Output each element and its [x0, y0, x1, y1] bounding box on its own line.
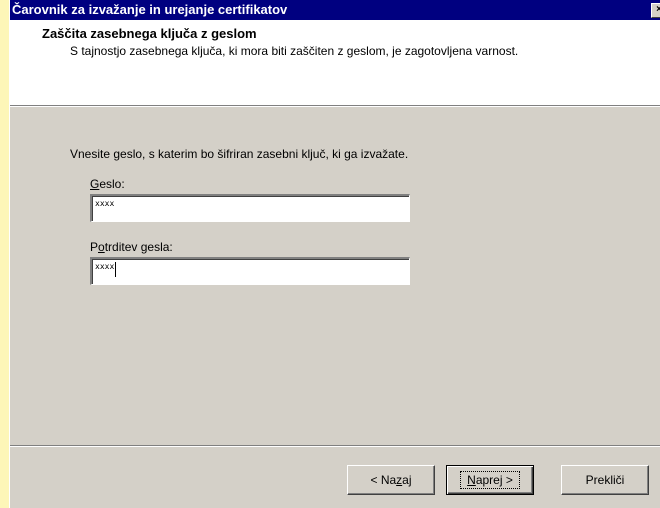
header-separator [10, 105, 660, 107]
wizard-window: Čarovnik za izvažanje in urejanje certif… [9, 0, 660, 508]
password-field[interactable]: xxxx [90, 194, 410, 222]
page-subtitle: S tajnostjo zasebnega ključa, ki mora bi… [70, 44, 519, 58]
back-button[interactable]: < Nazaj [347, 465, 435, 495]
password-value: xxxx [95, 199, 115, 208]
cancel-button[interactable]: Prekliči [561, 465, 649, 495]
window-title: Čarovnik za izvažanje in urejanje certif… [12, 2, 288, 17]
footer-separator [10, 445, 660, 447]
text-cursor [115, 262, 117, 277]
title-bar[interactable]: Čarovnik za izvažanje in urejanje certif… [10, 0, 660, 20]
focus-ring: Naprej > [460, 471, 520, 489]
password-label: Geslo: [90, 177, 125, 191]
instruction-text: Vnesite geslo, s katerim bo šifriran zas… [70, 147, 409, 161]
confirm-password-value: xxxx [95, 262, 115, 271]
next-button[interactable]: Naprej > [446, 465, 534, 495]
confirm-password-field[interactable]: xxxx [90, 257, 410, 285]
confirm-password-label: Potrditev gesla: [90, 240, 173, 254]
close-icon[interactable]: × [651, 3, 660, 18]
page-title: Zaščita zasebnega ključa z geslom [42, 26, 257, 41]
